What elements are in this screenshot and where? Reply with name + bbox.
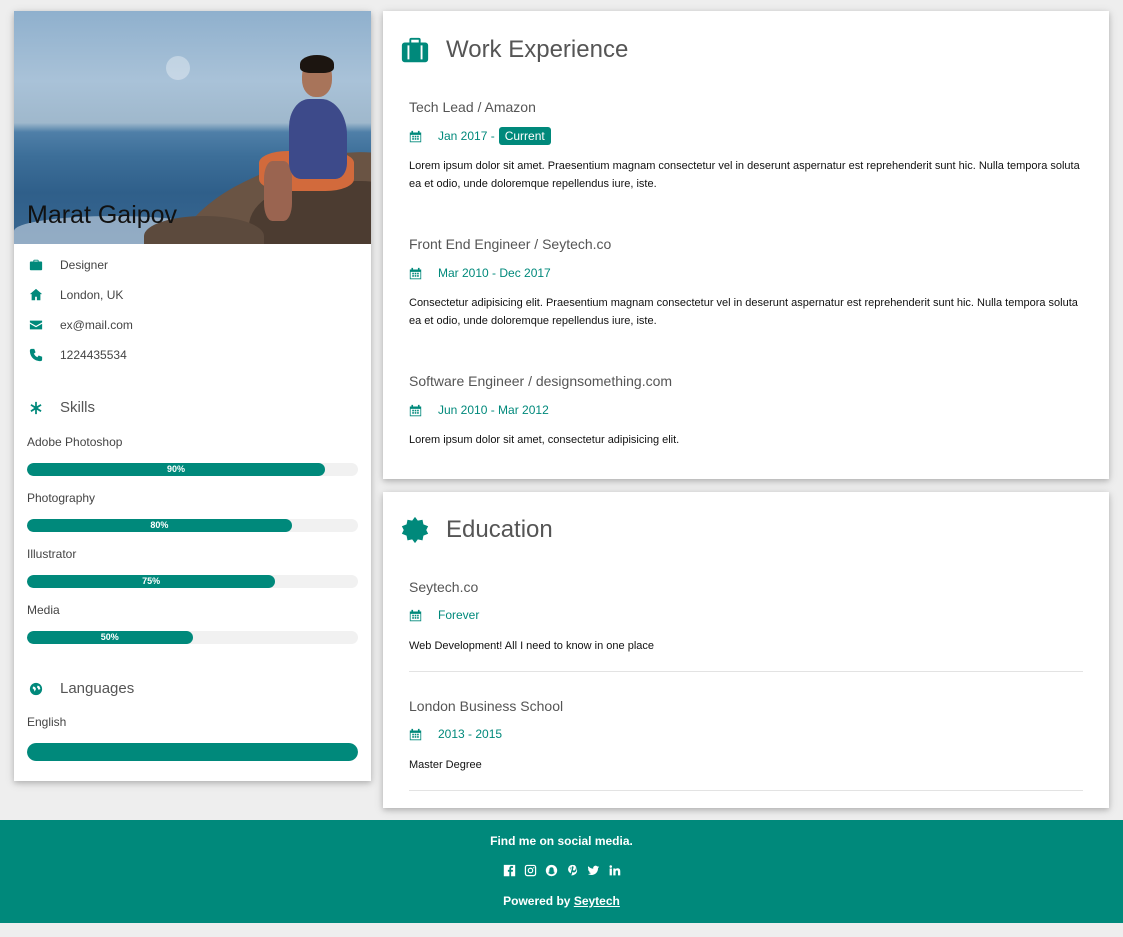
briefcase-icon (400, 35, 430, 65)
envelope-icon (28, 318, 44, 332)
skill-bar: 90% (27, 463, 358, 476)
profile-location: London, UK (60, 288, 124, 302)
school-description: Web Development! All I need to know in o… (409, 640, 655, 652)
job-date: Jun 2010 - Mar 2012 (409, 403, 549, 417)
school-date: 2013 - 2015 (409, 727, 502, 741)
footer: Find me on social media. Powered by Seyt… (0, 820, 1123, 923)
asterisk-icon (28, 401, 44, 415)
calendar-icon (409, 130, 423, 143)
language-bar-fill (27, 743, 358, 761)
language-bar (27, 743, 358, 761)
social-links (0, 864, 1123, 877)
divider (409, 671, 1083, 672)
calendar-icon (409, 404, 423, 417)
phone-row: 1224435534 (28, 348, 127, 362)
job-description: Consectetur adipisicing elit. Praesentiu… (409, 297, 1078, 327)
work-heading: Work Experience (400, 35, 628, 65)
job-description: Lorem ipsum dolor sit amet, consectetur … (409, 434, 680, 446)
profile-role: Designer (60, 258, 109, 272)
job-title: Tech Lead / Amazon (409, 99, 536, 115)
footer-text: Find me on social media. (490, 834, 633, 848)
school-date: Forever (409, 608, 479, 622)
divider (409, 790, 1083, 791)
languages-heading: Languages (28, 680, 134, 697)
skill-bar-fill: 75% (27, 575, 276, 588)
role-row: Designer (28, 258, 108, 272)
seytech-link[interactable]: Seytech (574, 894, 620, 908)
globe-icon (28, 682, 44, 696)
job-title: Front End Engineer / Seytech.co (409, 236, 612, 252)
skill-bar-fill: 90% (27, 463, 325, 476)
profile-name: Marat Gaipov (27, 201, 178, 229)
school-name: Seytech.co (409, 579, 479, 595)
powered-by: Powered by Seytech (503, 894, 620, 908)
work-title: Work Experience (446, 36, 629, 63)
certificate-icon (400, 515, 430, 545)
school-name: London Business School (409, 698, 564, 714)
skill-bar: 80% (27, 519, 358, 532)
phone-icon (28, 348, 44, 362)
education-title: Education (446, 516, 553, 543)
email-row: ex@mail.com (28, 318, 133, 332)
location-row: London, UK (28, 288, 123, 302)
instagram-icon[interactable] (524, 864, 537, 877)
linkedin-icon[interactable] (608, 864, 621, 877)
briefcase-icon (28, 258, 44, 272)
education-card: Education Seytech.co Forever Web Develop… (383, 492, 1109, 808)
skill-bar: 75% (27, 575, 358, 588)
facebook-icon[interactable] (503, 864, 516, 877)
current-badge: Current (498, 127, 551, 145)
calendar-icon (409, 267, 423, 280)
skill-bar-fill: 50% (27, 631, 193, 644)
pinterest-icon[interactable] (566, 864, 579, 877)
job-title: Software Engineer / designsomething.com (409, 373, 673, 389)
calendar-icon (409, 609, 423, 622)
profile-card: Marat Gaipov Designer London, UK ex@mail… (14, 11, 371, 781)
skill-name: Photography (27, 491, 96, 505)
skill-name: Adobe Photoshop (27, 435, 123, 449)
twitter-icon[interactable] (587, 864, 600, 877)
profile-phone: 1224435534 (60, 348, 127, 362)
language-name: English (27, 715, 67, 729)
school-description: Master Degree (409, 759, 482, 771)
skill-bar: 50% (27, 631, 358, 644)
skill-name: Illustrator (27, 547, 77, 561)
skill-name: Media (27, 603, 60, 617)
work-experience-card: Work Experience Tech Lead / Amazon Jan 2… (383, 11, 1109, 479)
education-heading: Education (400, 515, 553, 545)
job-description: Lorem ipsum dolor sit amet. Praesentium … (409, 160, 1080, 190)
profile-photo: Marat Gaipov (14, 11, 371, 244)
skill-bar-fill: 80% (27, 519, 292, 532)
job-date: Jan 2017 - Current (409, 127, 551, 145)
home-icon (28, 288, 44, 302)
snapchat-icon[interactable] (545, 864, 558, 877)
skills-heading: Skills (28, 399, 95, 416)
job-date: Mar 2010 - Dec 2017 (409, 266, 551, 280)
calendar-icon (409, 728, 423, 741)
profile-email: ex@mail.com (60, 318, 133, 332)
